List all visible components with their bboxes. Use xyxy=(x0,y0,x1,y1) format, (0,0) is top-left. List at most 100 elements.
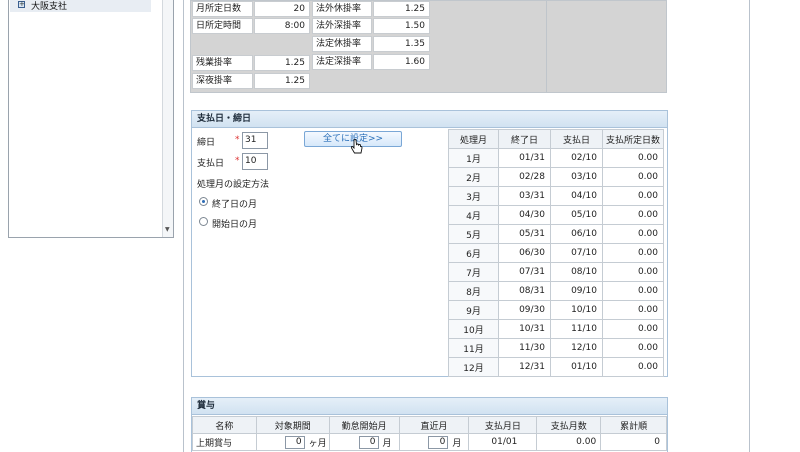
cell-pay-date[interactable]: 05/10 xyxy=(550,205,603,225)
cell-process-month: 9月 xyxy=(448,300,499,320)
scroll-down-icon[interactable]: ▼ xyxy=(165,226,170,233)
statutory-holiday-rate-label: 法定休掛率 xyxy=(312,36,372,52)
cell-end-date[interactable]: 02/28 xyxy=(498,167,551,187)
bonus-section-title: 賞与 xyxy=(192,398,667,415)
tree-item-osaka[interactable]: + 大阪支社 xyxy=(10,0,151,12)
cell-end-date[interactable]: 07/31 xyxy=(498,262,551,282)
cell-pay-date[interactable]: 10/10 xyxy=(550,300,603,320)
bonus-pay-date[interactable]: 01/01 xyxy=(468,433,538,451)
cell-end-date[interactable]: 09/30 xyxy=(498,300,551,320)
bonus-pay-months[interactable]: 0.00 xyxy=(536,433,602,451)
statutory-night-rate-label: 法定深掛率 xyxy=(312,54,372,70)
tree-item-label: 大阪支社 xyxy=(31,2,68,12)
cell-end-date[interactable]: 06/30 xyxy=(498,243,551,263)
daily-hours-value[interactable]: 8:00 xyxy=(254,18,310,34)
night-rate-value[interactable]: 1.25 xyxy=(254,73,310,89)
bonus-order[interactable]: 0 xyxy=(600,433,667,451)
cell-process-month: 2月 xyxy=(448,167,499,187)
bonus-start-input[interactable]: 0 xyxy=(358,435,379,449)
cell-pay-days[interactable]: 0.00 xyxy=(602,167,664,187)
cell-end-date[interactable]: 08/31 xyxy=(498,281,551,301)
required-mark: * xyxy=(235,156,240,166)
cell-pay-days[interactable]: 0.00 xyxy=(602,319,664,339)
cell-pay-date[interactable]: 07/10 xyxy=(550,243,603,263)
process-month-method-label: 処理月の設定方法 xyxy=(197,180,270,190)
cell-pay-days[interactable]: 0.00 xyxy=(602,224,664,244)
cell-pay-days[interactable]: 0.00 xyxy=(602,262,664,282)
bonus-row: 上期賞与 0 ヶ月 0 月 0 月 01/01 0.00 0 xyxy=(192,433,667,451)
bonus-header-period: 対象期間 xyxy=(255,416,330,434)
cell-end-date[interactable]: 04/30 xyxy=(498,205,551,225)
payment-day-input[interactable]: 10 xyxy=(242,153,268,170)
tree-scrollbar[interactable]: ▼ xyxy=(162,0,173,237)
month-row: 4月 04/30 05/10 0.00 xyxy=(448,205,664,225)
rates-panel: 月所定日数 20 日所定時間 8:00 残業掛率 1.25 深夜掛率 1.25 … xyxy=(190,0,667,93)
header-end-date: 終了日 xyxy=(498,129,551,149)
cell-pay-date[interactable]: 03/10 xyxy=(550,167,603,187)
cell-end-date[interactable]: 10/31 xyxy=(498,319,551,339)
cell-pay-date[interactable]: 01/10 xyxy=(550,357,603,377)
overtime-rate-value[interactable]: 1.25 xyxy=(254,55,310,71)
cell-process-month: 1月 xyxy=(448,148,499,168)
cell-pay-days[interactable]: 0.00 xyxy=(602,243,664,263)
daily-hours-label: 日所定時間 xyxy=(192,18,253,34)
bonus-period-input[interactable]: 0 xyxy=(284,435,305,449)
overtime-rate-label: 残業掛率 xyxy=(192,55,253,71)
process-month-table: 処理月 終了日 支払日 支払所定日数 1月 01/31 02/10 0.00 2月 02/… xyxy=(448,129,664,377)
cell-pay-days[interactable]: 0.00 xyxy=(602,186,664,206)
radio-end-date-month-label: 終了日の月 xyxy=(212,200,258,210)
cell-pay-date[interactable]: 08/10 xyxy=(550,262,603,282)
payday-settings: 締日 * 31 支払日 * 10 全てに設定>> 処理月の設定方法 終了日の月 … xyxy=(192,129,448,374)
cell-pay-date[interactable]: 02/10 xyxy=(550,148,603,168)
cell-pay-days[interactable]: 0.00 xyxy=(602,357,664,377)
nonstatutory-holiday-rate-value[interactable]: 1.25 xyxy=(373,1,430,17)
statutory-holiday-rate-value[interactable]: 1.35 xyxy=(373,36,430,52)
bonus-header-order: 累計順 xyxy=(600,416,667,434)
cell-end-date[interactable]: 03/31 xyxy=(498,186,551,206)
cell-end-date[interactable]: 01/31 xyxy=(498,148,551,168)
statutory-night-rate-value[interactable]: 1.60 xyxy=(373,54,430,70)
bonus-period-cell: 0 ヶ月 xyxy=(255,433,330,451)
bonus-recent-unit: 月 xyxy=(452,438,462,449)
nonstatutory-night-rate-value[interactable]: 1.50 xyxy=(373,18,430,34)
radio-start-date-month[interactable] xyxy=(199,217,208,226)
cell-process-month: 5月 xyxy=(448,224,499,244)
cell-end-date[interactable]: 11/30 xyxy=(498,338,551,358)
month-row: 7月 07/31 08/10 0.00 xyxy=(448,262,664,282)
closing-day-input[interactable]: 31 xyxy=(242,132,268,149)
cell-pay-date[interactable]: 04/10 xyxy=(550,186,603,206)
cell-pay-date[interactable]: 06/10 xyxy=(550,224,603,244)
expand-icon[interactable]: + xyxy=(18,1,25,8)
closing-day-label: 締日 xyxy=(197,138,216,148)
cell-end-date[interactable]: 05/31 xyxy=(498,224,551,244)
cell-process-month: 11月 xyxy=(448,338,499,358)
cell-pay-date[interactable]: 12/10 xyxy=(550,338,603,358)
required-mark: * xyxy=(235,135,240,145)
monthly-days-label: 月所定日数 xyxy=(192,1,253,17)
cell-process-month: 7月 xyxy=(448,262,499,282)
bonus-recent-input[interactable]: 0 xyxy=(428,435,449,449)
cell-pay-date[interactable]: 11/10 xyxy=(550,319,603,339)
bonus-header-pay-months: 支払月数 xyxy=(536,416,602,434)
cell-pay-days[interactable]: 0.00 xyxy=(602,205,664,225)
bonus-start-cell: 0 月 xyxy=(328,433,400,451)
cell-pay-days[interactable]: 0.00 xyxy=(602,338,664,358)
cell-end-date[interactable]: 12/31 xyxy=(498,357,551,377)
header-process-month: 処理月 xyxy=(448,129,499,149)
cell-process-month: 6月 xyxy=(448,243,499,263)
radio-end-date-month[interactable] xyxy=(199,197,208,206)
nonstatutory-holiday-rate-label: 法外休掛率 xyxy=(312,1,372,17)
cell-pay-date[interactable]: 09/10 xyxy=(550,281,603,301)
cell-pay-days[interactable]: 0.00 xyxy=(602,148,664,168)
payday-section: 支払日・締日 締日 * 31 支払日 * 10 全てに設定>> 処理月の設定方法… xyxy=(191,110,668,377)
cell-pay-days[interactable]: 0.00 xyxy=(602,300,664,320)
bonus-start-unit: 月 xyxy=(382,438,392,449)
night-rate-label: 深夜掛率 xyxy=(192,73,253,89)
cell-process-month: 10月 xyxy=(448,319,499,339)
monthly-days-value[interactable]: 20 xyxy=(254,1,310,17)
cell-process-month: 12月 xyxy=(448,357,499,377)
cell-pay-days[interactable]: 0.00 xyxy=(602,281,664,301)
hand-cursor-icon xyxy=(350,139,363,154)
payment-day-label: 支払日 xyxy=(197,159,225,169)
cell-process-month: 4月 xyxy=(448,205,499,225)
